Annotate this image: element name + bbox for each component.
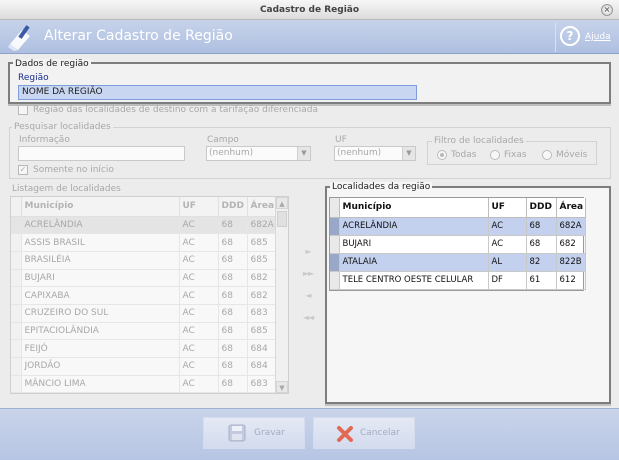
filtro-todas-radio[interactable] [437,150,447,160]
add-all-button[interactable]: ►► [297,266,319,282]
informacao-label: Informação [19,135,70,145]
table-row[interactable]: EPITACIOLÂNDIA AC 68 685 [11,322,277,341]
add-button[interactable]: ► [297,244,319,260]
close-icon: × [603,5,611,14]
filtro-moveis-label: Móveis [556,150,588,160]
campo-label: Campo [207,135,239,145]
col-ddd[interactable]: DDD [526,198,557,218]
table-row[interactable]: FEIJÓ AC 68 684 [11,339,277,358]
cancelar-label: Cancelar [360,428,400,438]
chevron-down-icon: ▼ [402,147,415,160]
somente-inicio-checkbox[interactable]: ✓ [18,165,28,175]
table-row[interactable]: ACRELÂNDIA AC 68 682A [11,216,277,235]
col-municipio[interactable]: Município [339,198,489,218]
gravar-label: Gravar [254,428,285,438]
uf-value: (nenhum) [337,148,382,158]
localidades-grid: Município UF DDD Área ACRELÂNDIA AC 68 682A… [329,197,586,291]
pesquisar-legend: Pesquisar localidades [12,122,113,132]
cancelar-button[interactable]: Cancelar [313,417,415,449]
gravar-button[interactable]: Gravar [203,417,305,449]
localidades-regiao-group: Localidades da região Município UF DDD Á… [325,182,611,404]
campo-value: (nenhum) [209,148,254,158]
table-row[interactable]: BRASILÉIA AC 68 685 [11,251,277,270]
regiao-label: Região [18,73,49,83]
col-municipio[interactable]: Município [21,197,180,217]
col-uf[interactable]: UF [488,198,527,218]
tarifacao-label: Região das localidades de destino com a … [33,105,318,115]
table-row[interactable]: CRUZEIRO DO SUL AC 68 683 [11,304,277,323]
table-row[interactable]: ACRELÂNDIA AC 68 682A [330,217,586,236]
help-label: Ajuda [585,32,611,42]
window-title: Cadastro de Região [259,5,360,15]
dados-regiao-group: Dados de região Região NOME DA REGIÃO [8,59,611,104]
filtro-fixas-label: Fixas [504,150,527,160]
listagem-legend: Listagem de localidades [10,184,123,194]
window-close-button[interactable]: × [601,4,613,16]
informacao-input[interactable] [18,146,185,161]
window-titlebar: Cadastro de Região × [0,0,619,20]
remove-all-button[interactable]: ◄◄ [297,310,319,326]
table-row[interactable]: MÂNCIO LIMA AC 68 683 [11,375,277,393]
scroll-thumb[interactable] [277,211,287,227]
campo-select[interactable]: (nenhum) ▼ [206,146,311,161]
col-area[interactable]: Área [247,197,277,217]
table-row[interactable]: TELE CENTRO OESTE CELULAR DF 61 612 [330,271,586,290]
uf-label: UF [335,135,347,145]
filtro-legend: Filtro de localidades [432,136,526,146]
uf-select[interactable]: (nenhum) ▼ [334,146,416,161]
localidades-header-row: Município UF DDD Área [330,198,586,218]
listagem-grid: Município UF DDD Área ACRELÂNDIA AC 68 682A… [10,196,289,394]
table-row[interactable]: JORDÃO AC 68 684 [11,357,277,376]
filtro-moveis-radio[interactable] [542,150,552,160]
chevron-down-icon: ▼ [297,147,310,160]
somente-inicio-label: Somente no início [33,165,114,175]
footer-bar: Gravar Cancelar [0,408,619,460]
table-row[interactable]: ASSIS BRASIL AC 68 685 [11,233,277,252]
col-area[interactable]: Área [556,198,586,218]
regiao-input[interactable]: NOME DA REGIÃO [18,85,417,100]
listagem-scrollbar[interactable]: ▲ ▼ [275,197,288,393]
tarifacao-checkbox[interactable] [18,105,28,115]
filtro-todas-label: Todas [451,150,477,160]
filtro-fixas-radio[interactable] [490,150,500,160]
table-row[interactable]: ATALAIA AL 82 822B [330,253,586,272]
table-row[interactable]: BUJARI AC 68 682 [11,269,277,288]
col-ddd[interactable]: DDD [218,197,248,217]
help-button[interactable]: ? Ajuda [555,22,617,52]
red-x-icon [337,426,353,442]
remove-button[interactable]: ◄ [297,288,319,304]
listagem-header-row: Município UF DDD Área [11,197,277,217]
scroll-up-icon[interactable]: ▲ [276,197,288,209]
dados-regiao-legend: Dados de região [13,59,91,69]
col-uf[interactable]: UF [179,197,219,217]
help-circle-icon: ? [560,26,580,46]
floppy-disk-icon [228,424,246,442]
page-title: Alterar Cadastro de Região [44,28,233,44]
scroll-down-icon[interactable]: ▼ [276,381,288,393]
table-row[interactable]: CAPIXABA AC 68 682 [11,286,277,305]
table-row[interactable]: BUJARI AC 68 682 [330,235,586,254]
header-banner: Alterar Cadastro de Região ? Ajuda [0,20,619,54]
localidades-regiao-legend: Localidades da região [330,182,433,192]
eraser-pencil-icon [8,25,30,51]
